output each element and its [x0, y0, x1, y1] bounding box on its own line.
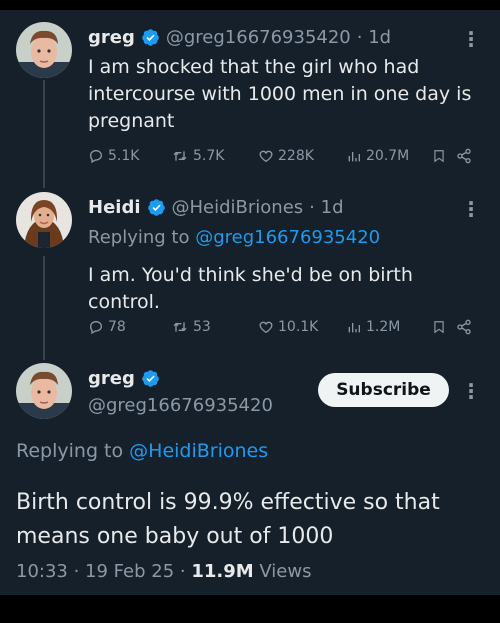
share-icon[interactable] [456, 319, 472, 335]
views-button[interactable]: 20.7M [346, 148, 409, 164]
like-count: 228K [278, 148, 314, 164]
tweet-header: greg @greg16676935420 · 1d [88, 27, 391, 48]
bookmark-icon[interactable] [432, 319, 446, 335]
replying-to-handle[interactable]: @greg16676935420 [195, 227, 380, 248]
main-tweet-header: greg [88, 368, 160, 389]
views-count: 11.9M [191, 561, 254, 582]
user-handle[interactable]: @greg16676935420 [88, 395, 273, 416]
tweet-text: I am shocked that the girl who had inter… [88, 56, 472, 132]
views-label: Views [253, 561, 312, 582]
timestamp[interactable]: · 1d [309, 197, 343, 218]
retweet-count: 53 [193, 319, 211, 335]
tweet-text: I am. You'd think she'd be on birth cont… [88, 264, 413, 313]
retweet-button[interactable]: 53 [171, 319, 211, 335]
views-button[interactable]: 1.2M [346, 319, 400, 335]
avatar-greg[interactable] [16, 22, 72, 78]
user-handle[interactable]: @HeidiBriones [172, 197, 304, 218]
replying-to: Replying to @greg16676935420 [88, 227, 380, 248]
tweet-thread-screen: greg @greg16676935420 · 1d · · · I am shoc… [0, 10, 500, 595]
like-count: 10.1K [278, 319, 319, 335]
analytics-icon [348, 152, 360, 162]
action-bar: 5.1K 5.7K 228K 20.7M [88, 145, 488, 167]
verified-badge-icon [147, 199, 165, 216]
avatar-greg[interactable] [16, 363, 72, 419]
retweet-icon [173, 151, 187, 161]
timestamp[interactable]: · 1d [357, 27, 391, 48]
reply-icon [89, 149, 103, 164]
tweet-meta: 10:33 · 19 Feb 25 · 11.9M Views [16, 561, 311, 582]
main-tweet-text: Birth control is 99.9% effective so that… [16, 490, 440, 549]
retweet-icon [173, 322, 187, 332]
replying-to: Replying to @HeidiBriones [16, 440, 268, 462]
reply-button[interactable]: 78 [88, 319, 126, 335]
action-bar: 78 53 10.1K 1.2M [88, 316, 488, 338]
display-name[interactable]: greg [88, 27, 135, 48]
reply-icon [89, 320, 103, 335]
share-icon[interactable] [456, 148, 472, 164]
reply-count: 78 [108, 319, 126, 335]
more-options-icon[interactable]: · · · [466, 23, 476, 55]
display-name[interactable]: greg [88, 368, 135, 389]
reply-count: 5.1K [108, 148, 140, 164]
like-button[interactable]: 228K [258, 148, 314, 164]
subscribe-button[interactable]: Subscribe [318, 373, 449, 407]
heart-icon [259, 150, 273, 163]
retweet-count: 5.7K [193, 148, 225, 164]
analytics-icon [348, 323, 360, 333]
thread-line [43, 80, 45, 188]
avatar-heidi[interactable] [16, 192, 72, 248]
tweet-timestamp[interactable]: 10:33 · 19 Feb 25 · [16, 561, 191, 582]
tweet-header: Heidi @HeidiBriones · 1d [88, 197, 344, 218]
bookmark-icon[interactable] [432, 148, 446, 164]
views-count: 1.2M [366, 319, 401, 335]
replying-to-label: Replying to [88, 227, 196, 248]
user-handle[interactable]: @greg16676935420 [166, 27, 351, 48]
views-count: 20.7M [366, 148, 410, 164]
replying-to-handle[interactable]: @HeidiBriones [129, 440, 268, 462]
retweet-button[interactable]: 5.7K [171, 148, 224, 164]
reply-button[interactable]: 5.1K [88, 148, 139, 164]
verified-badge-icon [142, 370, 159, 387]
replying-to-label: Replying to [16, 440, 130, 462]
verified-badge-icon [142, 29, 159, 46]
display-name[interactable]: Heidi [88, 197, 141, 218]
more-options-icon[interactable]: · · · [466, 193, 476, 225]
heart-icon [259, 321, 273, 334]
thread-line [43, 256, 45, 360]
like-button[interactable]: 10.1K [258, 319, 318, 335]
more-options-icon[interactable]: · · · [466, 375, 476, 407]
